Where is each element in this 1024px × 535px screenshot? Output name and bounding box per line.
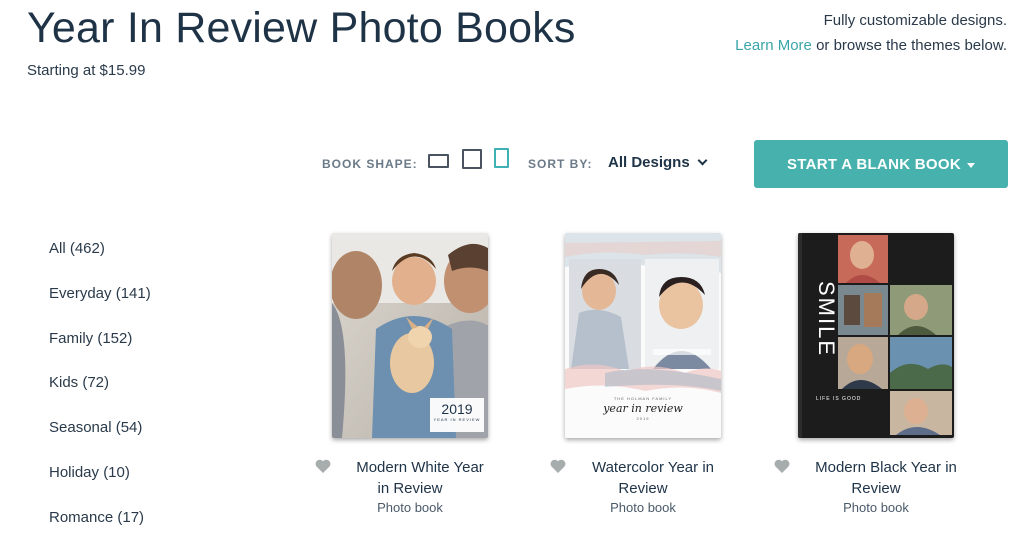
book-title-line-2: Review [851, 480, 901, 497]
tagline-line-1: Fully customizable designs. [823, 12, 1007, 29]
start-blank-book-label: START A BLANK BOOK [787, 155, 961, 173]
cover-subtitle: YEAR IN REVIEW [433, 417, 481, 422]
book-info: Modern Black Year in Review Photo book [756, 457, 996, 515]
book-title-line-2: in Review [377, 480, 443, 497]
cover-family-name: THE HOLMAN FAMILY [613, 396, 673, 401]
cover-script-title: year in review [603, 402, 683, 415]
sort-dropdown[interactable]: All Designs [608, 154, 708, 171]
cover-year: 2019 [636, 416, 650, 421]
cover-subtitle: LIFE IS GOOD [816, 396, 862, 402]
category-sidebar: All (462) Everyday (141) Family (152) Ki… [49, 240, 151, 535]
cover-word: SMILE [814, 281, 839, 358]
portrait-shape-icon [494, 148, 509, 168]
favorite-heart-icon[interactable] [315, 459, 331, 478]
page-title: Year In Review Photo Books [27, 4, 576, 52]
tagline-line-2: Learn More or browse the themes below. [735, 33, 1007, 58]
book-info: Watercolor Year in Review Photo book [523, 457, 763, 515]
chevron-down-icon [697, 155, 708, 166]
category-holiday[interactable]: Holiday (10) [49, 464, 151, 509]
book-cover-modern-black[interactable]: SMILE LIFE IS GOOD [798, 233, 954, 438]
book-type: Photo book [610, 500, 676, 515]
learn-more-link[interactable]: Learn More [735, 37, 812, 54]
category-family[interactable]: Family (152) [49, 330, 151, 375]
book-type: Photo book [377, 500, 443, 515]
sort-value: All Designs [608, 154, 690, 171]
category-all[interactable]: All (462) [49, 240, 151, 285]
favorite-heart-icon[interactable] [774, 459, 790, 478]
book-type: Photo book [843, 500, 909, 515]
book-cover-watercolor[interactable]: THE HOLMAN FAMILY year in review 2019 [565, 233, 721, 438]
book-title-line-2: Review [618, 480, 668, 497]
shape-portrait-button[interactable] [494, 148, 509, 168]
book-cover-modern-white[interactable]: 2019 YEAR IN REVIEW [332, 233, 488, 438]
cover-year: 2019 [441, 401, 473, 417]
book-title-line-1: Modern Black Year in [815, 459, 957, 476]
favorite-heart-icon[interactable] [550, 459, 566, 478]
category-seasonal[interactable]: Seasonal (54) [49, 419, 151, 464]
toolbar: BOOK SHAPE: SORT BY: All Designs START A… [0, 140, 1024, 188]
category-kids[interactable]: Kids (72) [49, 374, 151, 419]
book-card-watercolor: THE HOLMAN FAMILY year in review 2019 Wa… [523, 233, 763, 515]
book-info: Modern White Year in Review Photo book [290, 457, 530, 515]
starting-price: Starting at $15.99 [27, 62, 146, 79]
book-shape-label: BOOK SHAPE: [322, 157, 418, 171]
category-romance[interactable]: Romance (17) [49, 509, 151, 535]
book-title[interactable]: Modern Black Year in Review [756, 457, 996, 499]
caret-down-icon [967, 162, 975, 168]
square-shape-icon [462, 149, 482, 169]
browse-themes-text: or browse the themes below. [816, 37, 1007, 54]
tagline: Fully customizable designs. Learn More o… [735, 8, 1007, 58]
shape-square-button[interactable] [462, 149, 482, 169]
shape-landscape-button[interactable] [428, 154, 449, 168]
book-card-modern-black: SMILE LIFE IS GOOD Modern Black Year in … [756, 233, 996, 515]
category-everyday[interactable]: Everyday (141) [49, 285, 151, 330]
landscape-shape-icon [428, 154, 449, 168]
book-card-modern-white: 2019 YEAR IN REVIEW Modern White Year in… [290, 233, 530, 515]
start-blank-book-button[interactable]: START A BLANK BOOK [754, 140, 1008, 188]
sort-by-label: SORT BY: [528, 157, 593, 171]
